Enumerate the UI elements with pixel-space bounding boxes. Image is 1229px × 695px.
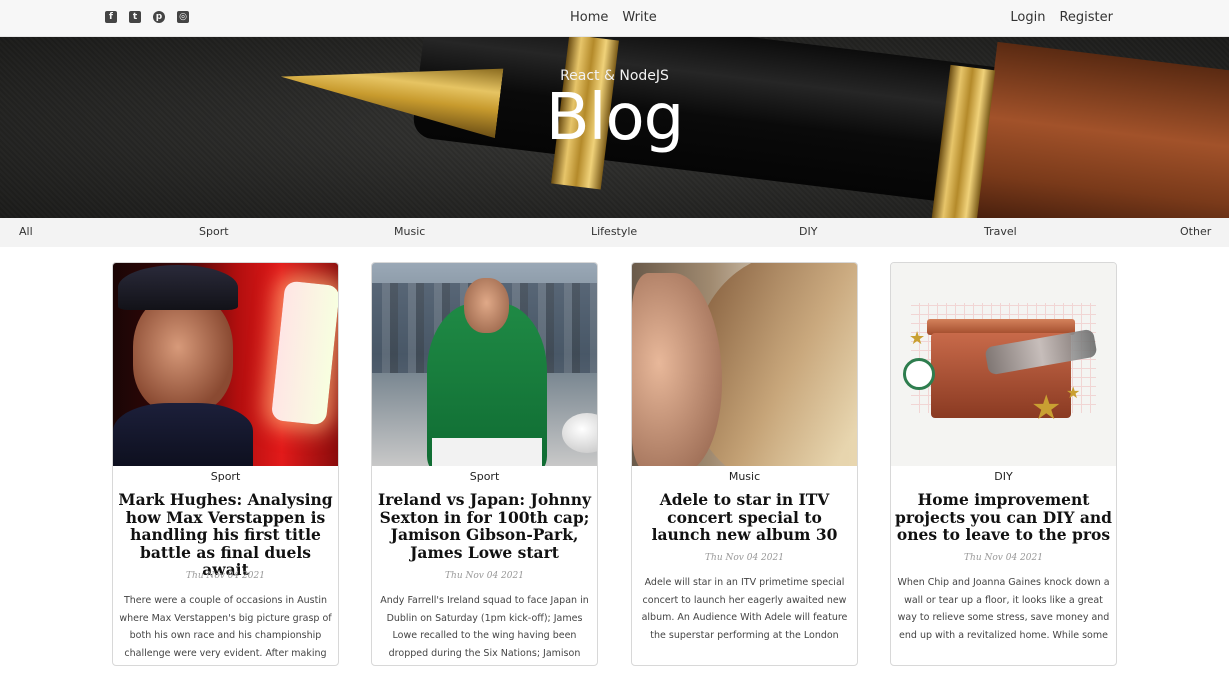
post-description: Andy Farrell's Ireland squad to face Jap… bbox=[380, 595, 589, 659]
facebook-icon[interactable]: f bbox=[105, 11, 117, 23]
image-face bbox=[632, 273, 722, 466]
nav-write-link[interactable]: Write bbox=[622, 10, 656, 25]
category-diy[interactable]: DIY bbox=[799, 225, 817, 238]
post-image[interactable] bbox=[632, 263, 857, 466]
category-music[interactable]: Music bbox=[394, 225, 425, 238]
register-link[interactable]: Register bbox=[1059, 10, 1113, 25]
post-category[interactable]: DIY bbox=[891, 470, 1116, 483]
post-description: Adele will star in an ITV primetime spec… bbox=[641, 577, 848, 641]
post-card[interactable]: Sport Ireland vs Japan: Johnny Sexton in… bbox=[371, 262, 598, 666]
post-title[interactable]: Mark Hughes: Analysing how Max Verstappe… bbox=[117, 491, 334, 579]
image-body bbox=[113, 403, 253, 466]
post-card[interactable]: ★ ★ ★ DIY Home improvement projects you … bbox=[890, 262, 1117, 666]
category-sport[interactable]: Sport bbox=[199, 225, 229, 238]
post-image[interactable] bbox=[372, 263, 597, 466]
image-shorts bbox=[432, 438, 542, 466]
post-description: There were a couple of occasions in Aust… bbox=[119, 595, 332, 659]
post-date: Thu Nov 04 2021 bbox=[445, 571, 524, 581]
category-lifestyle[interactable]: Lifestyle bbox=[591, 225, 637, 238]
image-light bbox=[270, 280, 338, 426]
nav-home-link[interactable]: Home bbox=[570, 10, 608, 25]
category-other[interactable]: Other bbox=[1180, 225, 1211, 238]
banner-title: Blog bbox=[545, 81, 684, 155]
category-bar: All Sport Music Lifestyle DIY Travel Oth… bbox=[0, 218, 1229, 247]
image-face bbox=[133, 293, 233, 413]
post-title[interactable]: Adele to star in ITV concert special to … bbox=[636, 491, 853, 544]
post-title[interactable]: Home improvement projects you can DIY an… bbox=[895, 491, 1112, 544]
instagram-icon[interactable]: ◎ bbox=[177, 11, 189, 23]
star-icon: ★ bbox=[1066, 383, 1081, 402]
image-ball bbox=[562, 413, 597, 453]
post-category[interactable]: Sport bbox=[113, 470, 338, 483]
star-icon: ★ bbox=[1031, 388, 1062, 428]
image-cap bbox=[118, 265, 238, 310]
auth-nav: Login Register bbox=[1010, 10, 1113, 25]
social-links: f t p ◎ bbox=[105, 11, 189, 23]
twitter-icon[interactable]: t bbox=[129, 11, 141, 23]
post-title[interactable]: Ireland vs Japan: Johnny Sexton in for 1… bbox=[376, 491, 593, 561]
post-date: Thu Nov 04 2021 bbox=[705, 553, 784, 563]
image-head bbox=[464, 278, 509, 333]
star-icon: ★ bbox=[909, 328, 926, 349]
post-category[interactable]: Music bbox=[632, 470, 857, 483]
post-card[interactable]: Sport Mark Hughes: Analysing how Max Ver… bbox=[112, 262, 339, 666]
post-image[interactable] bbox=[113, 263, 338, 466]
post-date: Thu Nov 04 2021 bbox=[186, 571, 265, 581]
post-description: When Chip and Joanna Gaines knock down a… bbox=[897, 577, 1110, 641]
post-image[interactable]: ★ ★ ★ bbox=[891, 263, 1116, 466]
top-bar: f t p ◎ Home Write Login Register bbox=[0, 0, 1229, 37]
image-clock bbox=[903, 358, 935, 390]
login-link[interactable]: Login bbox=[1010, 10, 1045, 25]
post-date: Thu Nov 04 2021 bbox=[964, 553, 1043, 563]
pinterest-icon[interactable]: p bbox=[153, 11, 165, 23]
main-nav: Home Write bbox=[570, 10, 657, 25]
category-all[interactable]: All bbox=[19, 225, 33, 238]
post-card[interactable]: Music Adele to star in ITV concert speci… bbox=[631, 262, 858, 666]
header-banner: React & NodeJS Blog bbox=[0, 37, 1229, 218]
category-travel[interactable]: Travel bbox=[984, 225, 1017, 238]
post-category[interactable]: Sport bbox=[372, 470, 597, 483]
